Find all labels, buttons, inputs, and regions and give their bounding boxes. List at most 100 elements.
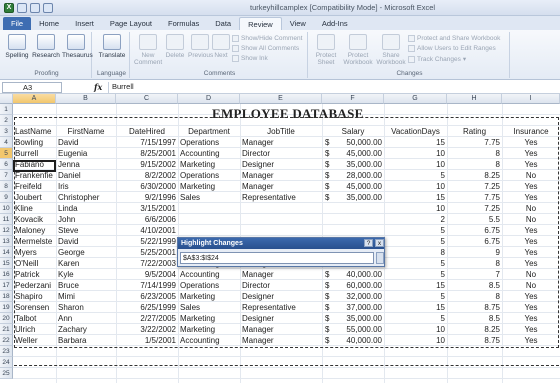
- column-header-e[interactable]: E: [240, 94, 322, 104]
- column-header-f[interactable]: F: [322, 94, 384, 104]
- help-icon[interactable]: ?: [364, 239, 373, 247]
- column-header-h[interactable]: H: [447, 94, 502, 104]
- close-icon[interactable]: x: [375, 239, 384, 247]
- spelling-icon: [8, 34, 26, 50]
- show-ink-icon: [232, 55, 239, 62]
- row-header-13[interactable]: 13: [0, 236, 13, 247]
- row-header-17[interactable]: 17: [0, 280, 13, 291]
- protect-workbook-button[interactable]: Protect Workbook: [342, 34, 374, 66]
- share-workbook-icon: [382, 34, 400, 50]
- row-gridline: [13, 356, 560, 357]
- research-icon: [37, 34, 55, 50]
- excel-logo-icon[interactable]: X: [4, 3, 14, 13]
- row-gridline: [13, 378, 560, 379]
- row-header-1[interactable]: 1: [0, 104, 13, 115]
- research-button[interactable]: Research: [32, 34, 60, 59]
- select-all-corner[interactable]: [0, 94, 13, 104]
- translate-label: Translate: [98, 52, 126, 59]
- tab-file[interactable]: File: [3, 17, 32, 30]
- column-header-b[interactable]: B: [56, 94, 116, 104]
- selection-marquee: [14, 117, 559, 348]
- column-header-d[interactable]: D: [178, 94, 240, 104]
- row-header-9[interactable]: 9: [0, 192, 13, 203]
- row-header-5[interactable]: 5: [0, 148, 13, 159]
- next-comment-button[interactable]: Next: [212, 34, 230, 59]
- function-icon[interactable]: fx: [94, 82, 102, 92]
- expand-dialog-icon[interactable]: [376, 252, 384, 264]
- row-header-16[interactable]: 16: [0, 269, 13, 280]
- group-changes: Protect Sheet Protect Workbook Share Wor…: [310, 32, 510, 78]
- track-changes-label: Track Changes: [417, 55, 461, 63]
- column-header-c[interactable]: C: [116, 94, 178, 104]
- spelling-button[interactable]: Spelling: [4, 34, 30, 59]
- quick-access-toolbar: X: [4, 2, 53, 14]
- protect-sheet-button[interactable]: Protect Sheet: [312, 34, 340, 66]
- tab-view[interactable]: View: [282, 17, 314, 30]
- show-all-comments-button[interactable]: Show All Comments: [232, 45, 299, 52]
- row-header-18[interactable]: 18: [0, 291, 13, 302]
- track-changes-button[interactable]: Track Changes ▾: [408, 55, 466, 63]
- row-header-8[interactable]: 8: [0, 181, 13, 192]
- row-header-21[interactable]: 21: [0, 324, 13, 335]
- new-comment-button[interactable]: New Comment: [134, 34, 162, 66]
- row-header-14[interactable]: 14: [0, 247, 13, 258]
- column-header-i[interactable]: I: [502, 94, 560, 104]
- range-input[interactable]: $A$3:$I$24: [180, 252, 374, 264]
- tab-review[interactable]: Review: [239, 17, 282, 30]
- row-header-3[interactable]: 3: [0, 126, 13, 137]
- show-hide-comment-button[interactable]: Show/Hide Comment: [232, 35, 302, 42]
- tab-insert[interactable]: Insert: [67, 17, 102, 30]
- previous-comment-button[interactable]: Previous: [188, 34, 214, 59]
- new-comment-icon: [139, 34, 157, 50]
- save-icon[interactable]: [17, 3, 27, 13]
- row-header-6[interactable]: 6: [0, 159, 13, 170]
- next-comment-label: Next: [214, 52, 228, 59]
- protect-share-workbook-button[interactable]: Protect and Share Workbook: [408, 35, 500, 42]
- row-header-12[interactable]: 12: [0, 225, 13, 236]
- row-header-24[interactable]: 24: [0, 357, 13, 368]
- thesaurus-button[interactable]: Thesaurus: [62, 34, 93, 59]
- tab-page-layout[interactable]: Page Layout: [102, 17, 160, 30]
- translate-button[interactable]: Translate: [97, 34, 127, 59]
- active-cell[interactable]: [13, 160, 56, 172]
- redo-icon[interactable]: [43, 3, 53, 13]
- row-header-19[interactable]: 19: [0, 302, 13, 313]
- share-workbook-button[interactable]: Share Workbook: [376, 34, 406, 66]
- delete-comment-button[interactable]: Delete: [164, 34, 186, 59]
- delete-comment-icon: [166, 34, 184, 50]
- group-language: Translate Language: [94, 32, 130, 78]
- row-header-23[interactable]: 23: [0, 346, 13, 357]
- row-header-10[interactable]: 10: [0, 203, 13, 214]
- group-label-language: Language: [97, 70, 126, 77]
- delete-comment-label: Delete: [165, 52, 185, 59]
- row-header-20[interactable]: 20: [0, 313, 13, 324]
- column-header-a[interactable]: A: [13, 94, 56, 104]
- undo-icon[interactable]: [30, 3, 40, 13]
- formula-input[interactable]: Burrell: [108, 82, 558, 93]
- row-header-4[interactable]: 4: [0, 137, 13, 148]
- row-header-15[interactable]: 15: [0, 258, 13, 269]
- show-all-comments-label: Show All Comments: [241, 45, 300, 52]
- allow-users-edit-ranges-button[interactable]: Allow Users to Edit Ranges: [408, 45, 496, 52]
- tab-data[interactable]: Data: [207, 17, 239, 30]
- row-header-7[interactable]: 7: [0, 170, 13, 181]
- row-header-22[interactable]: 22: [0, 335, 13, 346]
- row-header-11[interactable]: 11: [0, 214, 13, 225]
- name-box[interactable]: A3: [2, 82, 62, 93]
- tab-home[interactable]: Home: [31, 17, 67, 30]
- tab-formulas[interactable]: Formulas: [160, 17, 207, 30]
- translate-icon: [103, 34, 121, 50]
- row-header-25[interactable]: 25: [0, 368, 13, 379]
- window-title: turkeyhillcamplex [Compatibility Mode] -…: [250, 3, 436, 12]
- spelling-label: Spelling: [5, 52, 29, 59]
- row-gridline: [13, 367, 560, 368]
- column-header-g[interactable]: G: [384, 94, 447, 104]
- show-ink-button[interactable]: Show Ink: [232, 55, 268, 62]
- row-header-2[interactable]: 2: [0, 115, 13, 126]
- title-bar: X turkeyhillcamplex [Compatibility Mode]…: [0, 0, 560, 16]
- group-label-comments: Comments: [203, 70, 236, 77]
- allow-users-edit-ranges-icon: [408, 45, 415, 52]
- previous-comment-label: Previous: [188, 52, 214, 59]
- protect-workbook-icon: [349, 34, 367, 50]
- tab-add-ins[interactable]: Add-Ins: [314, 17, 356, 30]
